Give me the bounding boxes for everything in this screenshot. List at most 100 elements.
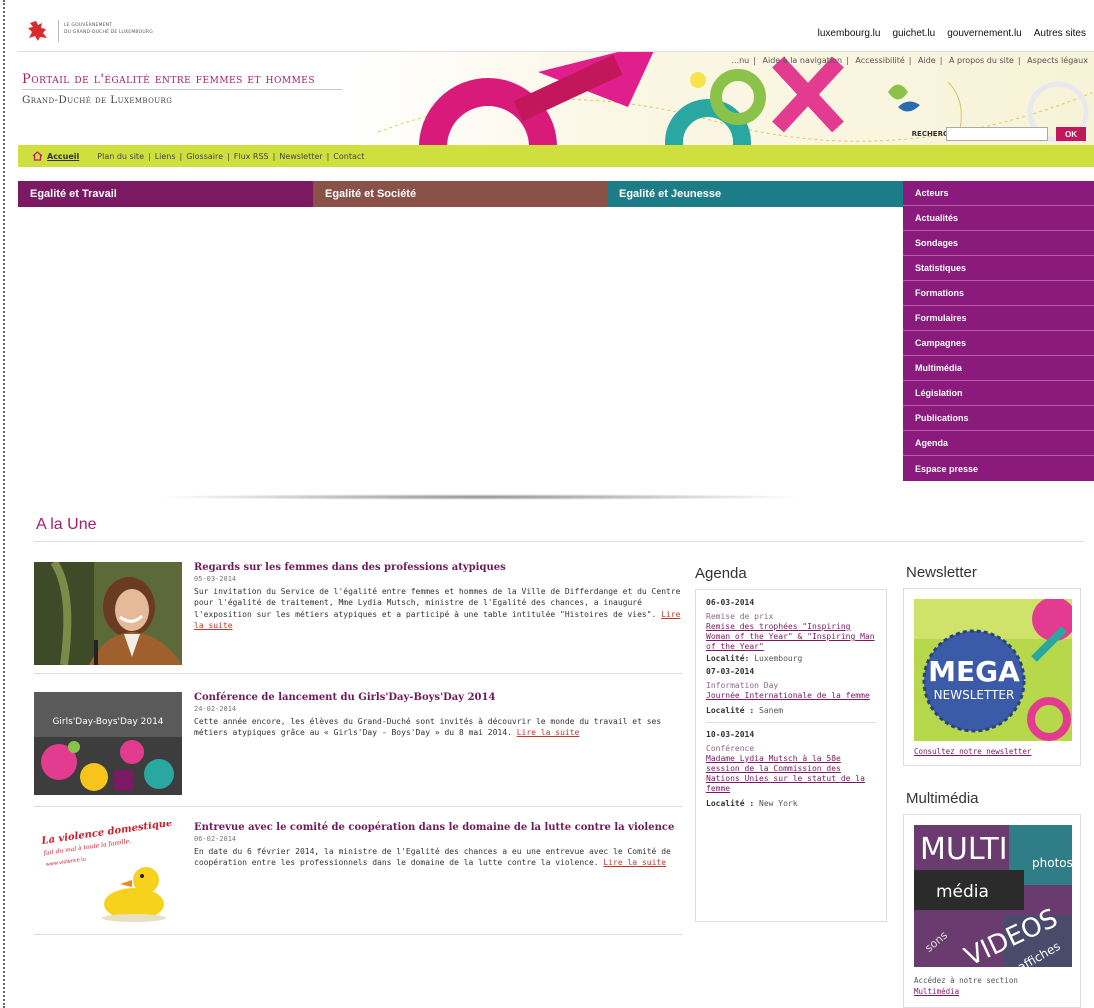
read-more-link[interactable]: Lire la suite <box>603 858 666 867</box>
page-edge-dashed <box>3 0 5 1008</box>
agenda-event-link[interactable]: Madame Lydia Mutsch à la 58e session de … <box>706 754 876 794</box>
agenda-location-value: Luxembourg <box>754 654 803 663</box>
news-title[interactable]: Conférence de lancement du Girls'Day-Boy… <box>194 692 682 704</box>
newsletter-heading: Newsletter <box>906 564 977 581</box>
agenda-location: Localité : New York <box>706 798 876 809</box>
newsletter-link[interactable]: Consultez notre newsletter <box>914 747 1031 756</box>
news-date: 24-02-2014 <box>194 705 237 713</box>
side-item-actualites[interactable]: Actualités <box>903 206 1094 231</box>
news-text: Cette année encore, les élèves du Grand-… <box>194 716 682 739</box>
agenda-type: Information Day <box>706 681 779 690</box>
side-item-sondages[interactable]: Sondages <box>903 231 1094 256</box>
news-thumb-violence-duck: La violence domestique fait du mal à tou… <box>34 822 182 925</box>
util-link-about[interactable]: A propos du site <box>949 56 1014 65</box>
newsletter-box: MEGA NEWSLETTER Consultez notre newslett… <box>903 588 1081 766</box>
gov-line1: LE GOUVERNEMENT <box>64 23 113 28</box>
agenda-location-label: Localité: <box>706 654 750 663</box>
thumb-caption: Girls'Day-Boys'Day 2014 <box>52 717 163 727</box>
utility-links: ...nu | Aide à la navigation | Accessibili… <box>731 56 1088 65</box>
util-link-legal[interactable]: Aspects légaux <box>1027 56 1088 65</box>
mm-word-media: média <box>936 882 989 902</box>
main-tabs: Egalité et Travail Egalité et Société Eg… <box>18 181 903 207</box>
side-item-formulaires[interactable]: Formulaires <box>903 306 1094 331</box>
util-link-menu[interactable]: ...nu <box>731 56 749 65</box>
agenda-separator <box>706 722 876 723</box>
news-text-body: Cette année encore, les élèves du Grand-… <box>194 717 662 738</box>
tab-egalite-travail[interactable]: Egalité et Travail <box>18 181 313 207</box>
agenda-location-label: Localité : <box>706 706 755 715</box>
search-ok-button[interactable]: OK <box>1056 127 1086 141</box>
newsletter-image[interactable]: MEGA NEWSLETTER <box>914 599 1072 741</box>
mm-word-photos: photos <box>1032 856 1072 870</box>
news-body: Conférence de lancement du Girls'Day-Boy… <box>194 692 682 739</box>
link-gouvernement-lu[interactable]: gouvernement.lu <box>947 28 1022 39</box>
link-glossaire[interactable]: Glossaire <box>186 152 223 161</box>
link-contact[interactable]: Contact <box>333 152 364 161</box>
link-flux-rss[interactable]: Flux RSS <box>234 152 269 161</box>
news-text: Sur invitation du Service de l'égalité e… <box>194 586 682 632</box>
side-item-campagnes[interactable]: Campagnes <box>903 331 1094 356</box>
agenda-type: Remise de prix <box>706 612 774 621</box>
quick-links-bar: Accueil Plan du site | Liens | Glossaire | … <box>18 145 1094 167</box>
multimedia-link[interactable]: Multimédia <box>914 987 959 996</box>
header-banner: Portail de l'égalité entre femmes et hom… <box>18 52 1094 145</box>
tab-egalite-jeunesse[interactable]: Egalité et Jeunesse <box>607 181 903 207</box>
tab-egalite-societe[interactable]: Egalité et Société <box>313 181 607 207</box>
agenda-box: 06-03-2014 Remise de prix Remise des tro… <box>695 589 887 922</box>
util-link-navigation-help[interactable]: Aide à la navigation <box>763 56 843 65</box>
newsletter-image-title: MEGA <box>928 655 1020 688</box>
side-menu: Acteurs Actualités Sondages Statistiques… <box>903 181 1094 481</box>
multimedia-description: Accédez à notre section <box>914 976 1018 985</box>
link-newsletter[interactable]: Newsletter <box>279 152 322 161</box>
link-plan-du-site[interactable]: Plan du site <box>97 152 144 161</box>
link-autres-sites[interactable]: Autres sites <box>1034 28 1086 39</box>
news-text-body: En date du 6 février 2014, la ministre d… <box>194 847 671 868</box>
search-input[interactable] <box>946 127 1048 141</box>
side-item-statistiques[interactable]: Statistiques <box>903 256 1094 281</box>
agenda-date: 10-03-2014 <box>706 730 755 739</box>
agenda-location: Localité : Sanem <box>706 705 876 716</box>
news-title[interactable]: Entrevue avec le comité de coopération d… <box>194 822 682 834</box>
link-guichet-lu[interactable]: guichet.lu <box>892 28 935 39</box>
side-item-multimedia[interactable]: Multimédia <box>903 356 1094 381</box>
external-links: luxembourg.lu guichet.lu gouvernement.lu… <box>818 28 1086 39</box>
side-item-publications[interactable]: Publications <box>903 406 1094 431</box>
multimedia-box: MULTI média photos VIDEOS sons affiches … <box>903 814 1081 1008</box>
portal-subtitle: Grand-Duché de Luxembourg <box>22 94 173 106</box>
title-underline <box>22 89 342 90</box>
side-item-acteurs[interactable]: Acteurs <box>903 181 1094 206</box>
agenda-event-link[interactable]: Remise des trophées "Inspiring Woman of … <box>706 622 876 652</box>
agenda-location: Localité: Luxembourg <box>706 653 876 664</box>
agenda-type: Conférence <box>706 744 755 753</box>
agenda-location-value: New York <box>759 799 798 808</box>
agenda-location-value: Sanem <box>759 706 784 715</box>
newsletter-image-subtitle: NEWSLETTER <box>934 688 1015 702</box>
multimedia-heading: Multimédia <box>906 790 979 807</box>
side-item-espace-presse[interactable]: Espace presse <box>903 456 1094 481</box>
news-date: 05-03-2014 <box>194 575 237 583</box>
side-item-legislation[interactable]: Législation <box>903 381 1094 406</box>
side-item-formations[interactable]: Formations <box>903 281 1094 306</box>
agenda-event-link[interactable]: Journée Internationale de la femme <box>706 691 876 701</box>
news-text: En date du 6 février 2014, la ministre d… <box>194 846 682 869</box>
news-date: 06-02-2014 <box>194 835 237 843</box>
link-liens[interactable]: Liens <box>155 152 176 161</box>
read-more-link[interactable]: Lire la suite <box>517 728 580 737</box>
agenda-location-label: Localité : <box>706 799 755 808</box>
gov-line2: DU GRAND-DUCHÉ DE LUXEMBOURG <box>64 30 153 35</box>
util-link-help[interactable]: Aide <box>918 56 936 65</box>
home-icon <box>32 151 43 161</box>
news-title[interactable]: Regards sur les femmes dans des professi… <box>194 562 682 574</box>
multimedia-text: Accédez à notre section Multimédia <box>914 975 1018 997</box>
link-luxembourg-lu[interactable]: luxembourg.lu <box>818 28 881 39</box>
logo-separator <box>58 20 59 42</box>
news-thumb-girlsday: Girls'Day-Boys'Day 2014 <box>34 692 182 795</box>
util-link-accessibility[interactable]: Accessibilité <box>855 56 904 65</box>
side-item-agenda[interactable]: Agenda <box>903 431 1094 456</box>
multimedia-image[interactable]: MULTI média photos VIDEOS sons affiches <box>914 825 1072 967</box>
top-bar: LE GOUVERNEMENT DU GRAND-DUCHÉ DE LUXEMB… <box>18 14 1094 52</box>
news-body: Regards sur les femmes dans des professi… <box>194 562 682 632</box>
news-item: La violence domestique fait du mal à tou… <box>34 822 682 935</box>
home-link[interactable]: Accueil <box>47 152 79 161</box>
lion-logo-icon <box>28 21 47 41</box>
